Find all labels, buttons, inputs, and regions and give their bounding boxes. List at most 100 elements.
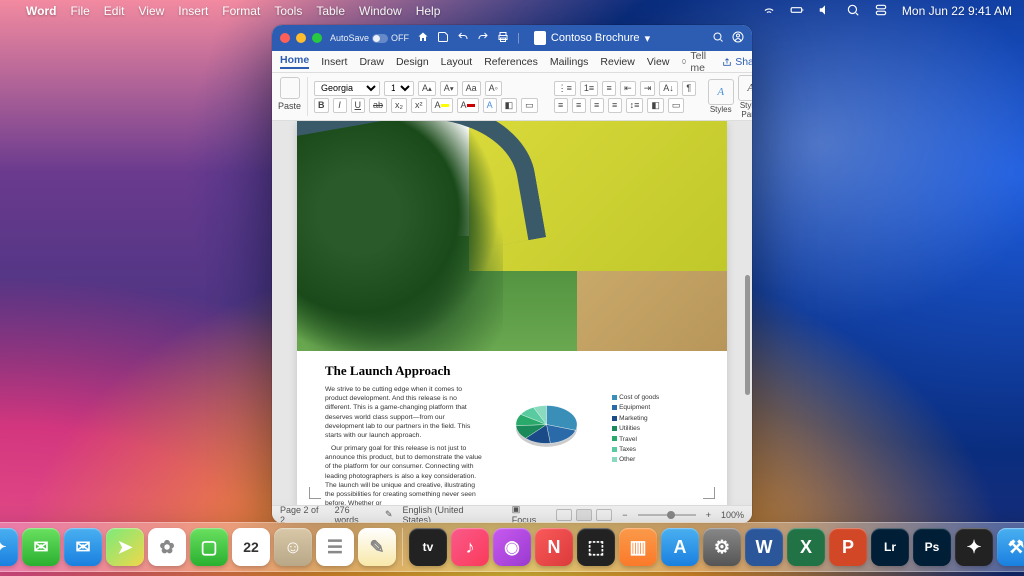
tab-layout[interactable]: Layout — [441, 56, 473, 68]
dock-app-excel[interactable]: X — [787, 528, 825, 566]
document-title[interactable]: Contoso Brochure ▾ — [534, 31, 650, 45]
clear-formatting-button[interactable]: A◦ — [485, 81, 502, 96]
dock-app-facetime[interactable]: ▢ — [190, 528, 228, 566]
menu-format[interactable]: Format — [222, 4, 260, 18]
word-count[interactable]: 276 words — [335, 505, 375, 524]
dock-app-maps[interactable]: ➤ — [106, 528, 144, 566]
tab-home[interactable]: Home — [280, 54, 309, 69]
align-right-button[interactable]: ≡ — [590, 98, 604, 113]
tab-references[interactable]: References — [484, 56, 538, 68]
dock-app-powerpoint[interactable]: P — [829, 528, 867, 566]
hero-image[interactable] — [297, 121, 727, 351]
font-color-button[interactable]: A — [457, 98, 479, 113]
superscript-button[interactable]: x² — [411, 98, 427, 113]
undo-icon[interactable] — [457, 31, 469, 46]
sort-button[interactable]: A↓ — [659, 81, 678, 96]
align-center-button[interactable]: ≡ — [572, 98, 586, 113]
dock-app-notes[interactable]: ✎ — [358, 528, 396, 566]
justify-button[interactable]: ≡ — [608, 98, 622, 113]
bullets-button[interactable]: ⋮≡ — [554, 81, 576, 96]
text-effects-button[interactable]: A — [483, 98, 497, 113]
zoom-in-button[interactable]: + — [706, 510, 711, 520]
print-layout-button[interactable] — [576, 509, 592, 521]
para-shading-button[interactable]: ◧ — [647, 98, 664, 113]
shading-button[interactable]: ◧ — [501, 98, 518, 113]
increase-indent-button[interactable]: ⇥ — [640, 81, 656, 96]
account-icon[interactable] — [732, 31, 744, 46]
share-button[interactable]: Share — [722, 56, 752, 68]
dock-app-settings[interactable]: ⚙ — [703, 528, 741, 566]
bold-button[interactable]: B — [314, 98, 329, 113]
subscript-button[interactable]: x₂ — [391, 98, 407, 113]
language-indicator[interactable]: English (United States) — [402, 505, 491, 524]
autosave-toggle[interactable]: AutoSave OFF — [330, 33, 409, 43]
dock-app-messages[interactable]: ✉ — [22, 528, 60, 566]
border-button[interactable]: ▭ — [521, 98, 538, 113]
home-icon[interactable] — [417, 31, 429, 46]
strikethrough-button[interactable]: ab — [369, 98, 387, 113]
dock-app-photos[interactable]: ✿ — [148, 528, 186, 566]
zoom-slider[interactable] — [638, 514, 696, 516]
dock-app-lightroom[interactable]: Lr — [871, 528, 909, 566]
wifi-icon[interactable] — [762, 3, 776, 20]
zoom-level[interactable]: 100% — [721, 510, 744, 520]
zoom-out-button[interactable]: − — [622, 510, 627, 520]
menu-window[interactable]: Window — [359, 4, 402, 18]
dock-app-mail[interactable]: ✉ — [64, 528, 102, 566]
web-layout-button[interactable] — [596, 509, 612, 521]
dock-app-word[interactable]: W — [745, 528, 783, 566]
font-family-select[interactable]: Georgia — [314, 81, 380, 96]
close-button[interactable] — [280, 33, 290, 43]
menu-insert[interactable]: Insert — [178, 4, 208, 18]
menu-edit[interactable]: Edit — [104, 4, 125, 18]
heading[interactable]: The Launch Approach — [325, 363, 699, 379]
volume-icon[interactable] — [818, 3, 832, 20]
dock-app-podcasts[interactable]: ◉ — [493, 528, 531, 566]
paste-button[interactable] — [280, 77, 300, 99]
tab-review[interactable]: Review — [600, 56, 634, 68]
minimize-button[interactable] — [296, 33, 306, 43]
zoom-button[interactable] — [312, 33, 322, 43]
menu-help[interactable]: Help — [416, 4, 441, 18]
focus-mode[interactable]: ▣ Focus — [512, 504, 546, 523]
dock-app-stocks[interactable]: ⬚ — [577, 528, 615, 566]
show-marks-button[interactable]: ¶ — [682, 81, 696, 96]
dock-app-appletv[interactable]: tv — [409, 528, 447, 566]
tab-mailings[interactable]: Mailings — [550, 56, 589, 68]
highlight-button[interactable]: A — [431, 98, 453, 113]
read-mode-button[interactable] — [556, 509, 572, 521]
battery-icon[interactable] — [790, 3, 804, 20]
menu-view[interactable]: View — [138, 4, 164, 18]
search-icon[interactable] — [846, 3, 860, 20]
scrollbar[interactable] — [745, 121, 750, 505]
dock-app-calendar[interactable]: 22 — [232, 528, 270, 566]
dock-app-appstore[interactable]: A — [661, 528, 699, 566]
document-canvas[interactable]: The Launch Approach We strive to be cutt… — [272, 121, 752, 505]
para-border-button[interactable]: ▭ — [668, 98, 685, 113]
decrease-indent-button[interactable]: ⇤ — [620, 81, 636, 96]
tab-view[interactable]: View — [647, 56, 670, 68]
app-menu[interactable]: Word — [26, 4, 56, 18]
font-size-select[interactable]: 13 — [384, 81, 414, 96]
italic-button[interactable]: I — [333, 98, 347, 113]
styles-pane-button[interactable]: A — [738, 75, 752, 101]
tab-design[interactable]: Design — [396, 56, 429, 68]
tell-me[interactable]: Tell me — [681, 50, 710, 74]
spellcheck-icon[interactable]: ✎ — [385, 509, 393, 520]
dock-app-finalcut[interactable]: ✦ — [955, 528, 993, 566]
redo-icon[interactable] — [477, 31, 489, 46]
dock-app-reminders[interactable]: ☰ — [316, 528, 354, 566]
dock-app-xcode[interactable]: ⚒ — [997, 528, 1024, 566]
menu-tools[interactable]: Tools — [274, 4, 302, 18]
print-icon[interactable] — [497, 31, 509, 46]
dock-app-music[interactable]: ♪ — [451, 528, 489, 566]
dock-app-safari[interactable]: ✦ — [0, 528, 18, 566]
align-left-button[interactable]: ≡ — [554, 98, 568, 113]
dock-app-books[interactable]: ▥ — [619, 528, 657, 566]
change-case-button[interactable]: Aa — [462, 81, 481, 96]
increase-font-button[interactable]: A▴ — [418, 81, 436, 96]
decrease-font-button[interactable]: A▾ — [440, 81, 458, 96]
underline-button[interactable]: U — [351, 98, 366, 113]
page-indicator[interactable]: Page 2 of 2 — [280, 505, 325, 524]
tab-insert[interactable]: Insert — [321, 56, 347, 68]
